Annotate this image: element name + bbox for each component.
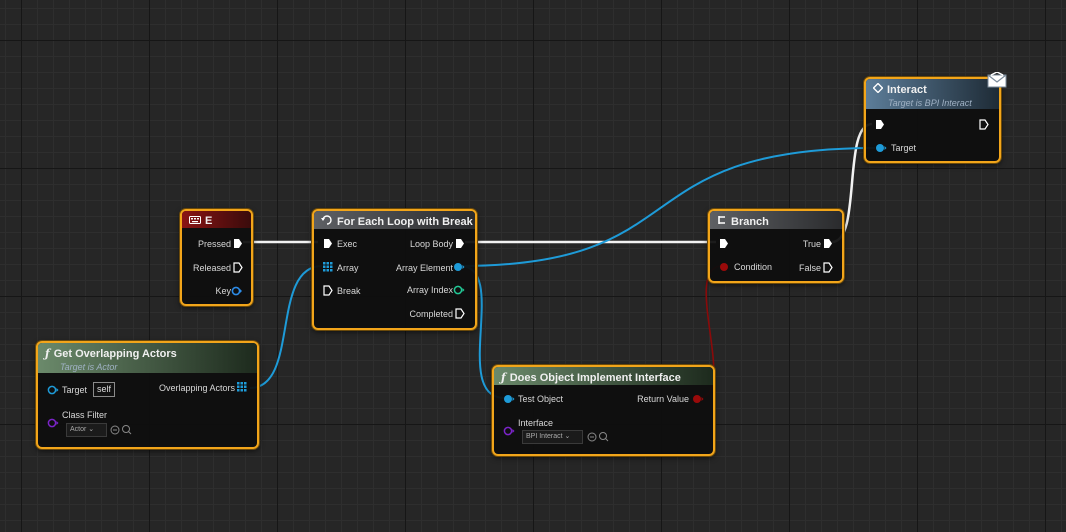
array-index-label: Array Index <box>406 285 453 295</box>
exec-input-pin[interactable] <box>323 238 333 249</box>
input-key-event-node[interactable]: E Pressed Released Key <box>180 209 253 306</box>
self-value-field[interactable]: self <box>93 382 116 397</box>
interface-value: BPI Interact <box>526 433 563 440</box>
class-filter-pin[interactable] <box>47 418 59 428</box>
chevron-down-icon: ⌄ <box>88 426 95 433</box>
interact-target-pin[interactable] <box>875 143 887 153</box>
loop-macro-icon <box>321 215 333 228</box>
class-filter-label: Class Filter <box>62 410 108 420</box>
branch-exec-input-pin[interactable] <box>719 238 729 249</box>
node-title: Branch <box>731 216 769 228</box>
keyboard-icon <box>189 215 201 227</box>
released-label: Released <box>192 263 231 273</box>
overlapping-actors-array-pin[interactable] <box>237 382 247 392</box>
target-label: Target <box>62 385 88 395</box>
released-exec-pin[interactable] <box>233 262 243 273</box>
test-object-pin[interactable] <box>503 394 515 404</box>
function-icon: ƒ <box>501 371 506 384</box>
loop-body-exec-pin[interactable] <box>455 238 465 249</box>
array-label: Array <box>337 263 359 273</box>
overlapping-actors-label: Overlapping Actors <box>158 383 235 393</box>
test-object-label: Test Object <box>518 394 564 404</box>
browse-use-icons[interactable] <box>110 424 134 436</box>
branch-icon <box>717 215 727 228</box>
array-element-label: Array Element <box>395 263 453 273</box>
does-object-implement-interface-node[interactable]: ƒ Does Object Implement Interface Test Ob… <box>492 365 715 456</box>
node-title: For Each Loop with Break <box>337 216 473 228</box>
return-value-label: Return Value <box>637 394 689 404</box>
true-label: True <box>802 239 821 249</box>
target-label: Target <box>891 143 917 153</box>
interface-class-pin[interactable] <box>503 426 515 436</box>
break-exec-pin[interactable] <box>323 285 333 296</box>
get-overlapping-actors-node[interactable]: ƒ Get Overlapping Actors Target is Actor … <box>36 341 259 449</box>
pressed-exec-pin[interactable] <box>233 238 243 249</box>
exec-label: Exec <box>337 239 358 249</box>
node-subtitle: Target is Actor <box>60 362 118 372</box>
for-each-loop-with-break-node[interactable]: For Each Loop with Break Exec Array Brea… <box>312 209 477 330</box>
function-icon: ƒ <box>45 347 50 360</box>
array-element-pin[interactable] <box>453 262 465 272</box>
node-subtitle: Target is BPI Interact <box>888 98 972 108</box>
browse-use-icons[interactable] <box>587 431 611 443</box>
node-title: Does Object Implement Interface <box>509 372 681 384</box>
interact-message-node[interactable]: Interact Target is BPI Interact Target <box>864 77 1001 163</box>
condition-bool-pin[interactable] <box>719 262 729 272</box>
interact-exec-output-pin[interactable] <box>979 119 989 130</box>
class-filter-value: Actor <box>70 426 87 433</box>
branch-node[interactable]: Branch Condition True False <box>708 209 844 283</box>
interface-function-icon <box>872 82 884 96</box>
interface-label: Interface <box>518 418 554 428</box>
array-index-pin[interactable] <box>453 285 465 295</box>
true-exec-pin[interactable] <box>823 238 833 249</box>
false-exec-pin[interactable] <box>823 262 833 273</box>
key-label: Key <box>215 286 231 296</box>
node-title: Get Overlapping Actors <box>53 348 177 360</box>
array-grid-pin[interactable] <box>323 262 333 272</box>
pressed-label: Pressed <box>197 239 231 249</box>
class-filter-dropdown[interactable]: Actor ⌄ <box>66 423 107 437</box>
false-label: False <box>798 263 821 273</box>
break-label: Break <box>337 286 361 296</box>
condition-label: Condition <box>734 262 773 272</box>
completed-exec-pin[interactable] <box>455 308 465 319</box>
node-title: E <box>205 215 213 227</box>
node-title: Interact <box>887 84 927 96</box>
completed-label: Completed <box>409 309 453 319</box>
return-value-bool-pin[interactable] <box>692 394 704 404</box>
key-struct-pin[interactable] <box>231 286 243 296</box>
interface-dropdown[interactable]: BPI Interact ⌄ <box>522 430 583 444</box>
message-icon <box>987 72 1007 88</box>
chevron-down-icon: ⌄ <box>564 433 571 440</box>
interact-exec-input-pin[interactable] <box>875 119 885 130</box>
target-object-pin[interactable] <box>47 385 59 395</box>
loop-body-label: Loop Body <box>409 239 453 249</box>
